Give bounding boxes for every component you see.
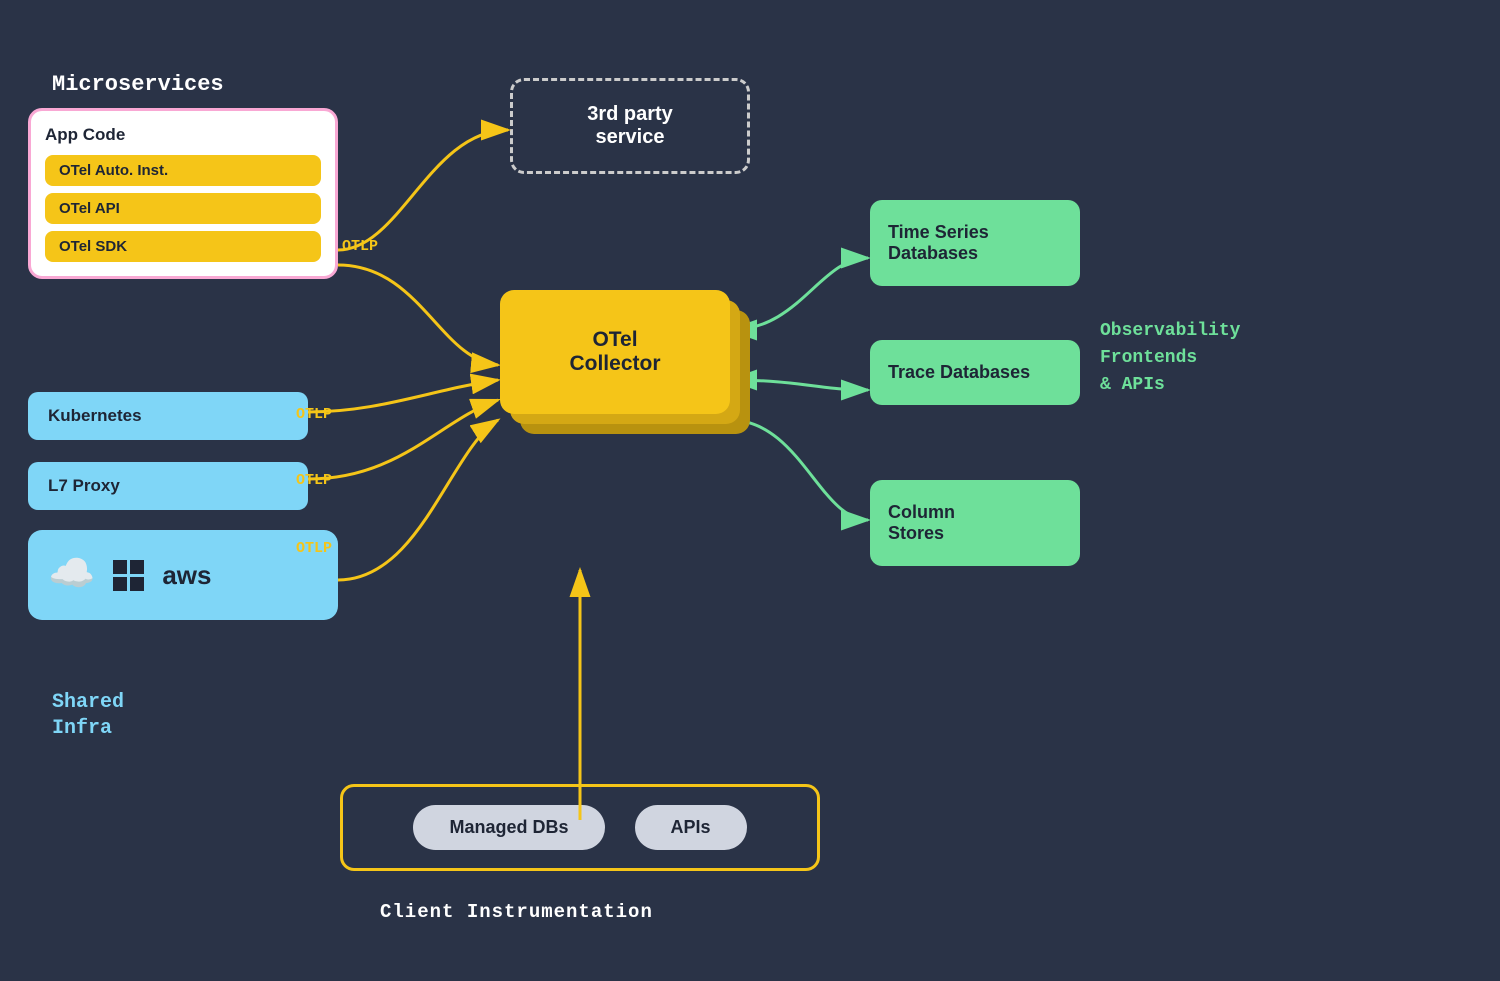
app-code-title: App Code	[45, 125, 321, 145]
aws-logo: aws	[162, 560, 211, 591]
column-stores-box: ColumnStores	[870, 480, 1080, 566]
otel-auto-pill: OTel Auto. Inst.	[45, 155, 321, 186]
microservices-label: Microservices	[52, 72, 224, 97]
kubernetes-box: Kubernetes	[28, 392, 308, 440]
otel-sdk-pill: OTel SDK	[45, 231, 321, 262]
otlp-label-3: OTLP	[296, 472, 332, 489]
app-code-box: App Code OTel Auto. Inst. OTel API OTel …	[28, 108, 338, 279]
client-instr-label: Client Instrumentation	[380, 901, 653, 923]
l7-proxy-box: L7 Proxy	[28, 462, 308, 510]
otlp-label-4: OTLP	[296, 540, 332, 557]
observability-label: ObservabilityFrontends& APIs	[1100, 318, 1240, 399]
trace-db-box: Trace Databases	[870, 340, 1080, 405]
diagram-container: Microservices App Code OTel Auto. Inst. …	[0, 0, 1500, 981]
shared-infra-label: SharedInfra	[52, 690, 124, 742]
third-party-box: 3rd partyservice	[510, 78, 750, 174]
windows-icon	[113, 560, 144, 591]
managed-dbs-pill: Managed DBs	[413, 805, 604, 850]
otlp-label-1: OTLP	[342, 238, 378, 255]
cloud-icon: ☁️	[48, 552, 95, 598]
otel-collector-box: OTelCollector	[500, 290, 730, 414]
third-party-text: 3rd partyservice	[533, 103, 727, 149]
apis-pill: APIs	[635, 805, 747, 850]
time-series-db-box: Time SeriesDatabases	[870, 200, 1080, 286]
otlp-label-2: OTLP	[296, 406, 332, 423]
otel-api-pill: OTel API	[45, 193, 321, 224]
shared-infra-box: ☁️ aws	[28, 530, 338, 620]
client-instr-box: Managed DBs APIs	[340, 784, 820, 871]
otel-collector-inner: OTelCollector	[500, 290, 730, 414]
